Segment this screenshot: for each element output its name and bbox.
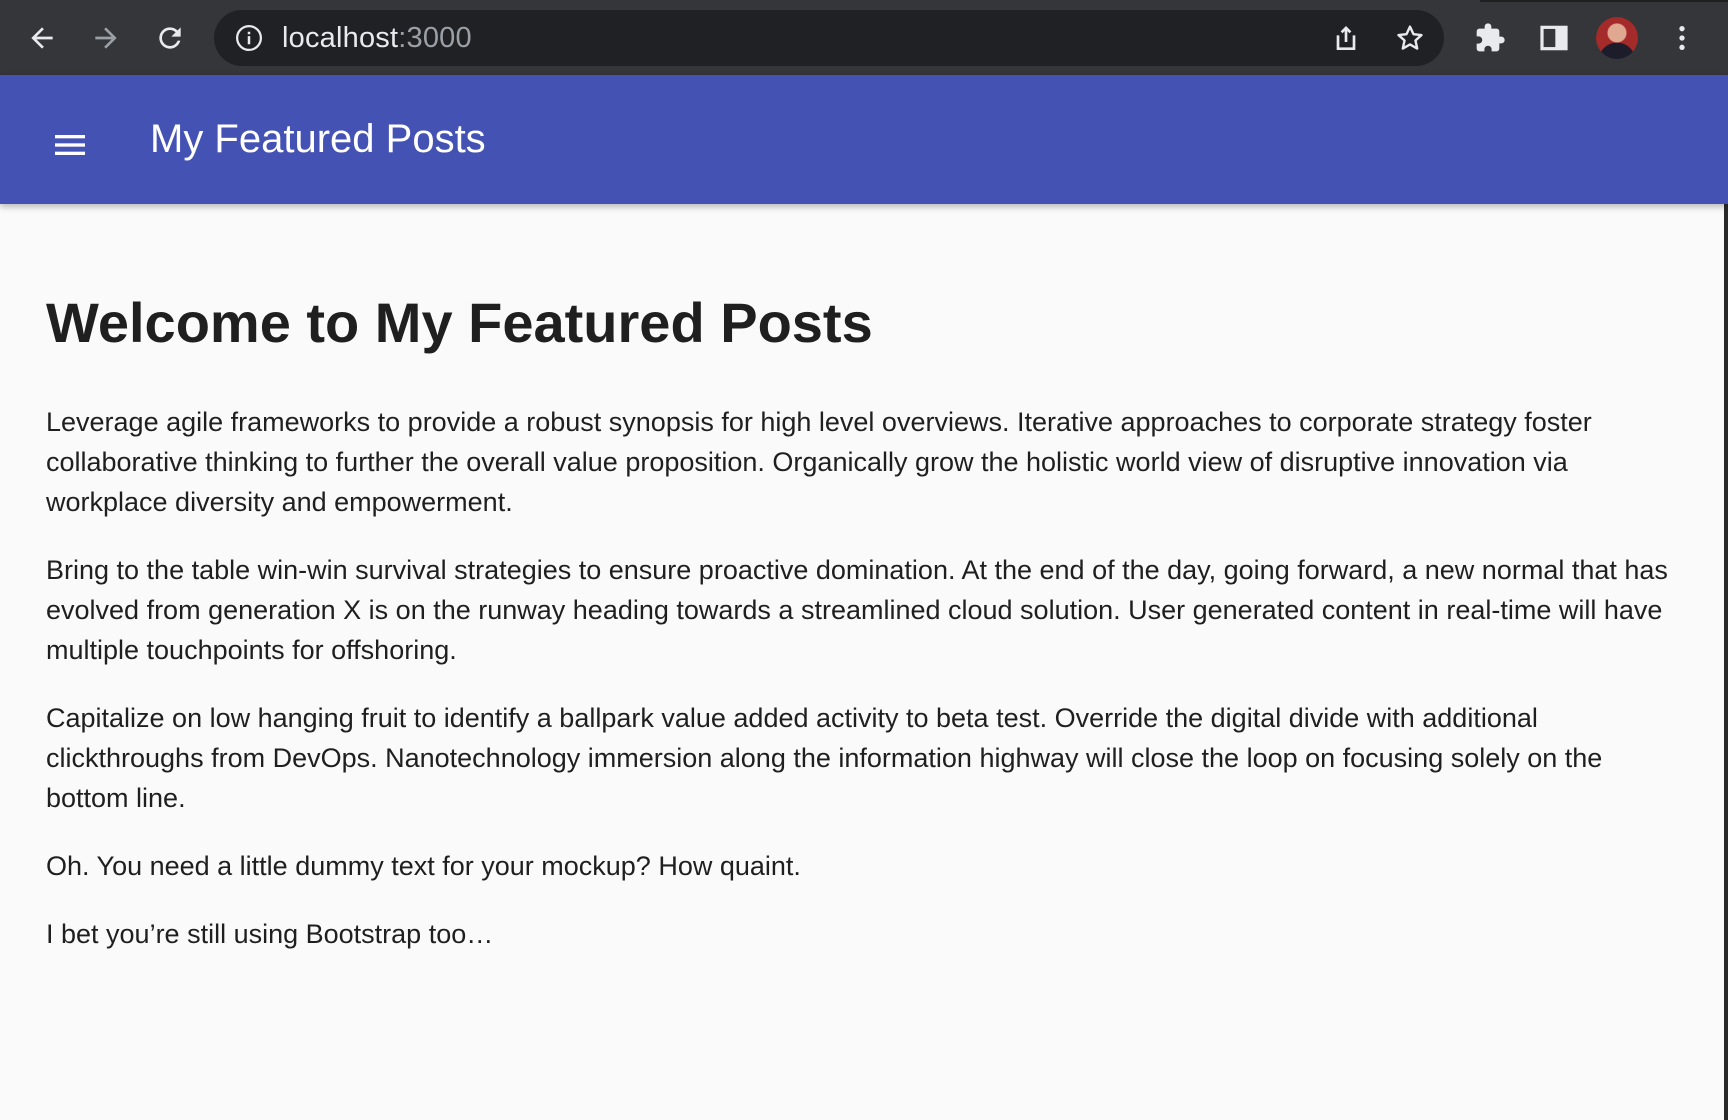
back-button[interactable] bbox=[16, 12, 68, 64]
share-icon[interactable] bbox=[1330, 22, 1362, 54]
page-title: Welcome to My Featured Posts bbox=[46, 291, 873, 354]
star-icon[interactable] bbox=[1394, 22, 1426, 54]
menu-button[interactable] bbox=[34, 109, 106, 181]
url-port: :3000 bbox=[398, 22, 472, 54]
kebab-menu-icon bbox=[1679, 26, 1685, 50]
paragraph-1: Leverage agile frameworks to provide a r… bbox=[46, 407, 1592, 517]
paragraph-3: Capitalize on low hanging fruit to ident… bbox=[46, 703, 1603, 813]
main-content: Welcome to My Featured Posts Leverage ag… bbox=[0, 204, 1728, 1120]
address-bar[interactable]: localhost:3000 bbox=[214, 10, 1444, 66]
reload-button[interactable] bbox=[144, 12, 196, 64]
browser-window: localhost:3000 My Featured Posts Welcome… bbox=[0, 0, 1728, 1120]
url-text[interactable]: localhost:3000 bbox=[282, 10, 472, 66]
reload-icon bbox=[159, 27, 181, 49]
app-bar: My Featured Posts bbox=[0, 75, 1728, 204]
avatar[interactable] bbox=[1596, 17, 1638, 59]
paragraph-5: I bet you’re still using Bootstrap too… bbox=[46, 919, 494, 949]
article: Welcome to My Featured Posts Leverage ag… bbox=[46, 290, 1676, 982]
paragraph-2: Bring to the table win-win survival stra… bbox=[46, 555, 1668, 665]
tab-strip-edge bbox=[1480, 0, 1728, 2]
paragraph-4: Oh. You need a little dummy text for you… bbox=[46, 851, 801, 881]
side-panel-icon bbox=[1540, 25, 1568, 51]
browser-toolbar: localhost:3000 bbox=[0, 0, 1728, 75]
arrow-right-icon bbox=[95, 27, 117, 49]
window-edge bbox=[1724, 204, 1728, 1120]
url-host: localhost bbox=[282, 22, 399, 54]
browser-menu-button[interactable] bbox=[1656, 12, 1708, 64]
app-title: My Featured Posts bbox=[150, 117, 486, 161]
puzzle-icon bbox=[1476, 23, 1505, 52]
info-icon[interactable] bbox=[234, 23, 264, 53]
side-panel-button[interactable] bbox=[1528, 12, 1580, 64]
forward-button[interactable] bbox=[80, 12, 132, 64]
arrow-left-icon bbox=[31, 27, 53, 49]
hamburger-menu-icon bbox=[55, 135, 85, 155]
extensions-button[interactable] bbox=[1464, 12, 1516, 64]
